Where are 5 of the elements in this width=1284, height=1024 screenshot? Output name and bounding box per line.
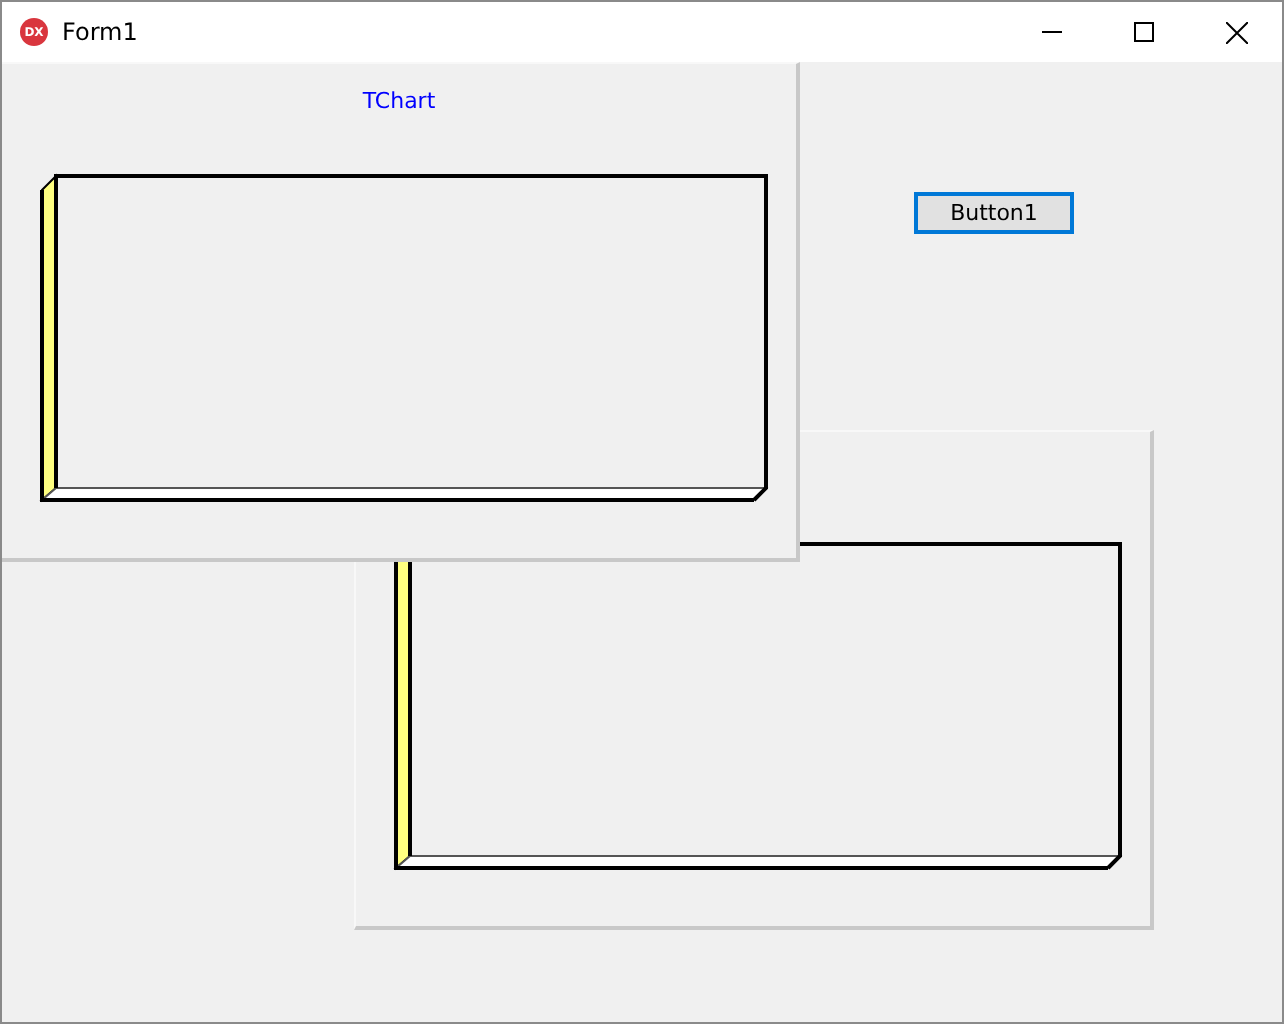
close-icon: [1225, 21, 1247, 43]
maximize-icon: [1134, 22, 1154, 42]
button[interactable]: Button1: [914, 192, 1074, 234]
chart-title: TChart: [362, 88, 436, 114]
window-title: Form1: [62, 18, 140, 46]
